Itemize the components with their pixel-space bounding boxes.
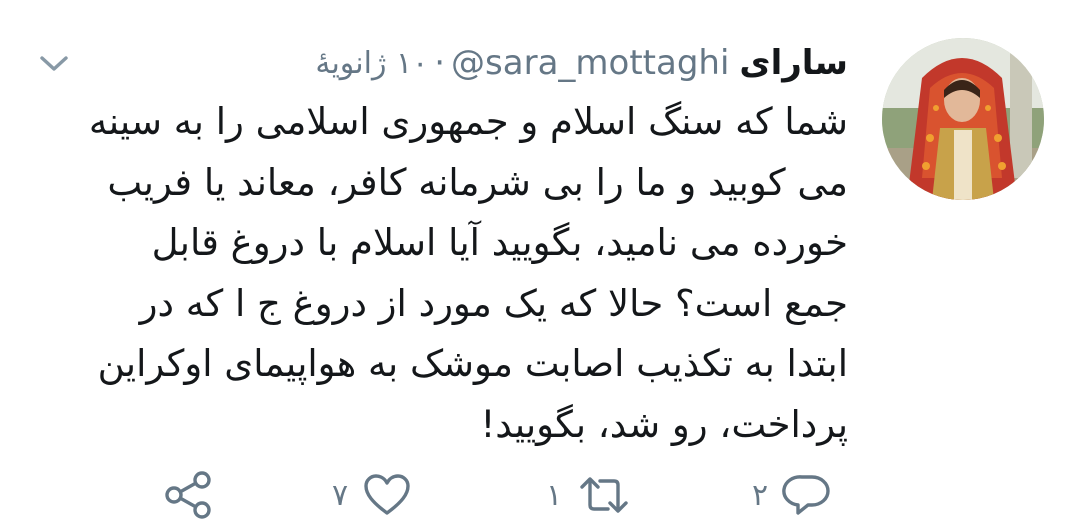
reply-icon xyxy=(782,475,830,515)
tweet[interactable]: سارای @sara_mottaghi · ۱۰ ژانویهٔ شما که… xyxy=(0,0,1080,522)
tweet-text-line: می کوبید و ما را بی شرمانه کافر، معاند ی… xyxy=(107,160,848,204)
reply-button[interactable]: ۲ xyxy=(752,468,832,522)
user-handle[interactable]: @sara_mottaghi xyxy=(451,43,729,83)
like-button[interactable]: ۷ xyxy=(332,468,412,522)
separator-dot: · xyxy=(434,43,446,83)
share-button[interactable] xyxy=(160,468,216,522)
retweet-icon xyxy=(580,477,628,513)
tweet-text-line: جمع است؟ حالا که یک مورد از دروغ ج ا که … xyxy=(139,281,848,325)
chevron-down-icon xyxy=(40,56,68,71)
retweet-button[interactable]: ۱ xyxy=(546,468,632,522)
tweet-text-line: شما که سنگ اسلام و جمهوری اسلامی را به س… xyxy=(88,100,848,143)
avatar-photo xyxy=(882,38,1044,200)
tweet-text-line: ابتدا به تکذیب اصابت موشک به هواپیمای او… xyxy=(97,342,848,385)
avatar[interactable] xyxy=(882,38,1044,200)
like-count: ۷ xyxy=(332,477,349,513)
tweet-text-line: خورده می نامید، بگویید آیا اسلام با دروغ… xyxy=(151,221,848,264)
action-bar: ۲ ۱ ۷ xyxy=(0,468,1080,522)
timestamp[interactable]: ۱۰ ژانویهٔ xyxy=(315,46,428,81)
share-icon xyxy=(165,471,211,519)
more-options-button[interactable] xyxy=(34,48,74,78)
tweet-text: شما که سنگ اسلام و جمهوری اسلامی را به س… xyxy=(48,92,848,455)
tweet-text-line: پرداخت، رو شد، بگویید! xyxy=(480,402,848,446)
retweet-count: ۱ xyxy=(546,477,563,513)
tweet-header: سارای @sara_mottaghi · ۱۰ ژانویهٔ xyxy=(315,38,848,88)
reply-count: ۲ xyxy=(752,477,769,513)
display-name[interactable]: سارای xyxy=(739,43,848,83)
heart-icon xyxy=(364,474,410,515)
